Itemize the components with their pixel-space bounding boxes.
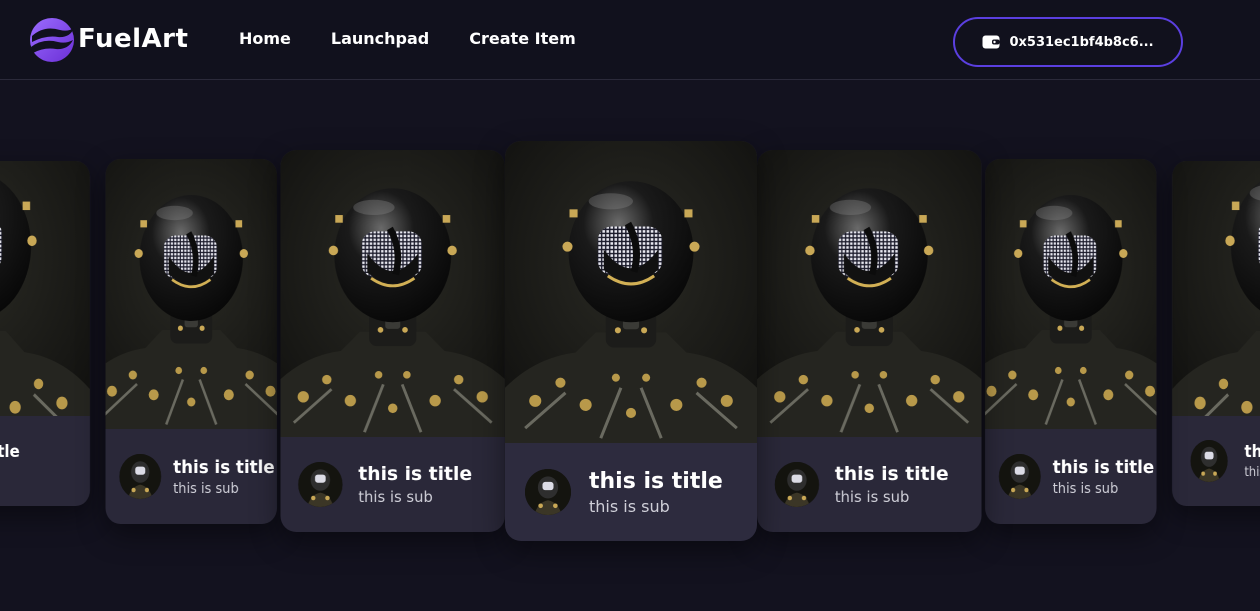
nft-card[interactable]: this is title this is sub: [985, 159, 1157, 524]
nft-title: this is title: [1052, 456, 1155, 478]
nft-artwork-image: [105, 159, 278, 429]
wallet-icon: [982, 35, 1000, 49]
nft-card[interactable]: this is title this is sub: [0, 161, 90, 506]
avatar-image: [119, 454, 162, 499]
nft-card-info: this is title this is sub: [0, 416, 90, 506]
nft-subtitle: this is sub: [589, 496, 670, 516]
nft-card-info: this is title this is sub: [757, 437, 982, 532]
creator-avatar[interactable]: [525, 469, 571, 515]
nft-subtitle: this is sub: [0, 465, 20, 480]
nft-card-info: this is title this is sub: [105, 429, 277, 524]
nav-home[interactable]: Home: [239, 29, 291, 48]
nft-artwork-image: [757, 150, 982, 437]
nft-card-info: this is title this is sub: [985, 429, 1157, 524]
nft-card-info: this is title this is sub: [1172, 416, 1260, 506]
nft-title: this is title: [1244, 442, 1260, 462]
nft-title: this is title: [358, 463, 473, 485]
avatar-image: [525, 469, 571, 515]
nft-title: this is title: [589, 468, 723, 494]
avatar-image: [1190, 440, 1228, 482]
nft-card[interactable]: this is title this is sub: [505, 141, 757, 541]
logo-text: FuelArt: [78, 24, 189, 54]
nft-subtitle: this is sub: [834, 488, 910, 506]
nft-card[interactable]: this is title this is sub: [105, 159, 278, 524]
main-nav: Home Launchpad Create Item: [239, 29, 576, 48]
creator-avatar[interactable]: [119, 454, 162, 499]
avatar-image: [298, 462, 343, 507]
nft-subtitle: this is sub: [1052, 480, 1119, 497]
nft-card[interactable]: this is title this is sub: [280, 150, 505, 532]
creator-avatar[interactable]: [998, 454, 1041, 499]
nft-card-info: this is title this is sub: [505, 443, 757, 541]
nft-title: this is title: [0, 442, 20, 462]
fuelart-logo-icon: [30, 18, 74, 62]
logo[interactable]: FuelArt: [28, 16, 188, 64]
nft-subtitle: this is sub: [358, 488, 433, 506]
nft-card[interactable]: this is title this is sub: [1172, 161, 1260, 506]
nft-artwork-image: [505, 141, 757, 443]
nft-title: this is title: [834, 463, 949, 485]
nft-card-info: this is title this is sub: [280, 437, 505, 532]
nft-title: this is title: [173, 456, 275, 478]
nft-card[interactable]: this is title this is sub: [757, 150, 982, 532]
wallet-button[interactable]: 0x531ec1bf4b8c6...: [953, 17, 1183, 67]
avatar-image: [998, 454, 1041, 499]
nft-artwork-image: [0, 161, 90, 416]
nft-subtitle: this is sub: [173, 480, 239, 497]
top-navigation-bar: FuelArt Home Launchpad Create Item 0x531…: [0, 0, 1260, 80]
nft-artwork-image: [1172, 161, 1260, 416]
nft-artwork-image: [280, 150, 505, 437]
creator-avatar[interactable]: [774, 462, 820, 507]
nav-create-item[interactable]: Create Item: [469, 29, 575, 48]
avatar-image: [774, 462, 820, 507]
nft-carousel: this is title this is sub: [0, 81, 1260, 611]
wallet-address: 0x531ec1bf4b8c6...: [1009, 34, 1154, 50]
nft-subtitle: this is sub: [1244, 465, 1260, 480]
nft-artwork-image: [985, 159, 1157, 429]
creator-avatar[interactable]: [1190, 440, 1228, 482]
creator-avatar[interactable]: [298, 462, 343, 507]
nav-launchpad[interactable]: Launchpad: [331, 29, 429, 48]
